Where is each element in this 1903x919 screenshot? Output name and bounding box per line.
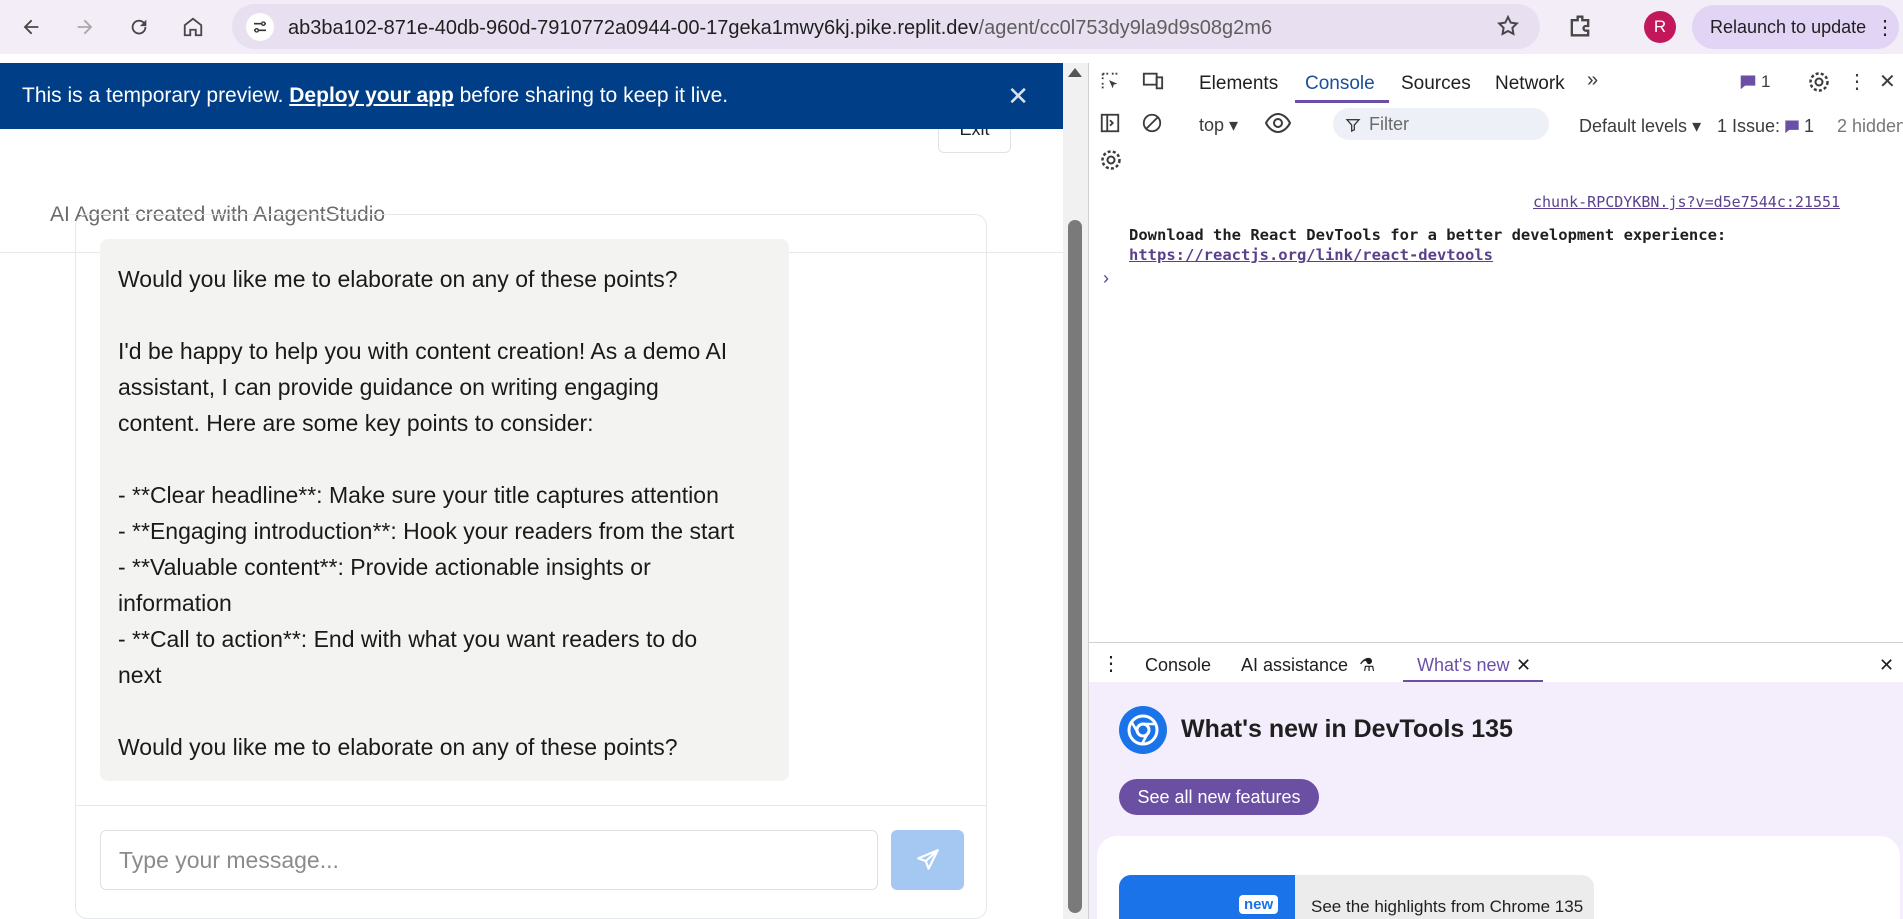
forward-icon[interactable] bbox=[70, 12, 100, 42]
deploy-link[interactable]: Deploy your app bbox=[289, 84, 454, 108]
bookmark-star-icon[interactable] bbox=[1496, 14, 1520, 43]
inspect-element-icon[interactable] bbox=[1099, 70, 1121, 98]
console-prompt-chevron-icon[interactable]: › bbox=[1103, 268, 1109, 289]
source-file-link[interactable]: chunk-RPCDYKBN.js?v=d5e7544c:21551 bbox=[1533, 193, 1840, 211]
settings-gear-icon[interactable] bbox=[1807, 70, 1831, 100]
issues-counter[interactable]: 1 Issue: 1 bbox=[1717, 116, 1814, 137]
device-toolbar-icon[interactable] bbox=[1141, 70, 1165, 98]
issues-label: 1 Issue: bbox=[1717, 116, 1781, 136]
tab-network[interactable]: Network bbox=[1495, 73, 1565, 95]
back-icon[interactable] bbox=[16, 12, 46, 42]
more-tabs-chevron-icon[interactable]: » bbox=[1587, 69, 1598, 92]
address-bar[interactable]: ab3ba102-871e-40db-960d-7910772a0944-00-… bbox=[232, 4, 1540, 49]
drawer-tab-console[interactable]: Console bbox=[1145, 655, 1211, 676]
hidden-count: 2 hidden bbox=[1837, 116, 1903, 136]
drawer-tab-whats-new[interactable]: What's new bbox=[1417, 655, 1509, 676]
relaunch-button[interactable]: Relaunch to update ⋮ bbox=[1692, 5, 1899, 49]
tab-sources[interactable]: Sources bbox=[1401, 73, 1471, 95]
scrollbar-thumb[interactable] bbox=[1068, 220, 1082, 913]
whats-new-panel: What's new in DevTools 135 See all new f… bbox=[1089, 682, 1903, 919]
new-badge: new bbox=[1239, 895, 1279, 914]
banner-text-prefix: This is a temporary preview. bbox=[22, 84, 290, 107]
url-host: ab3ba102-871e-40db-960d-7910772a0944-00-… bbox=[288, 17, 979, 39]
issues-count: 1 bbox=[1804, 116, 1815, 136]
extensions-icon[interactable] bbox=[1566, 12, 1594, 45]
flask-icon: ⚗ bbox=[1359, 655, 1376, 675]
home-icon[interactable] bbox=[178, 12, 208, 42]
log-levels-value: Default levels bbox=[1579, 116, 1688, 136]
filter-funnel-icon bbox=[1345, 116, 1361, 139]
whats-new-title: What's new in DevTools 135 bbox=[1181, 715, 1513, 743]
url-text: ab3ba102-871e-40db-960d-7910772a0944-00-… bbox=[288, 17, 1272, 40]
assistant-message: Would you like me to elaborate on any of… bbox=[100, 239, 789, 781]
chrome-devtools-logo-icon bbox=[1119, 706, 1167, 754]
highlight-text: See the highlights from Chrome 135 bbox=[1311, 897, 1584, 916]
reload-icon[interactable] bbox=[124, 12, 154, 42]
console-settings-gear-icon[interactable] bbox=[1099, 148, 1123, 178]
profile-avatar[interactable]: R bbox=[1644, 11, 1676, 43]
react-devtools-link[interactable]: https://reactjs.org/link/react-devtools bbox=[1129, 246, 1493, 264]
web-page: This is a temporary preview. Deploy your… bbox=[0, 63, 1063, 919]
devtools-panel: Elements Console Sources Network » 1 ⋮ ✕… bbox=[1088, 63, 1903, 919]
issue-message-icon bbox=[1785, 120, 1799, 134]
kebab-menu-icon[interactable]: ⋮ bbox=[1875, 15, 1895, 40]
devtools-menu-icon[interactable]: ⋮ bbox=[1847, 69, 1867, 94]
context-value: top bbox=[1199, 115, 1225, 135]
close-devtools-icon[interactable]: ✕ bbox=[1879, 69, 1896, 94]
devtools-tabbar: Elements Console Sources Network » 1 ⋮ ✕ bbox=[1089, 63, 1903, 103]
drawer-tab-ai-assistance[interactable]: AI assistance bbox=[1241, 655, 1348, 676]
close-icon[interactable]: ✕ bbox=[1007, 81, 1029, 112]
context-selector[interactable]: top ▾ bbox=[1199, 115, 1238, 136]
see-all-features-button[interactable]: See all new features bbox=[1119, 779, 1319, 815]
messages-counter[interactable]: 1 bbox=[1739, 72, 1770, 92]
close-drawer-icon[interactable]: ✕ bbox=[1879, 655, 1894, 676]
message-count: 1 bbox=[1761, 72, 1771, 91]
drawer-tabbar: ⋮ Console AI assistance ⚗ What's new ✕ ✕ bbox=[1089, 642, 1903, 683]
relaunch-label: Relaunch to update bbox=[1710, 16, 1867, 37]
console-filter-input[interactable]: Filter bbox=[1333, 108, 1549, 140]
close-whats-new-tab-icon[interactable]: ✕ bbox=[1516, 655, 1531, 676]
chat-panel: Would you like me to elaborate on any of… bbox=[75, 214, 987, 919]
site-settings-icon[interactable] bbox=[246, 13, 274, 41]
clear-console-icon[interactable] bbox=[1141, 112, 1163, 140]
url-path: /agent/cc0l753dy9la9d9s08g2m6 bbox=[978, 17, 1273, 39]
message-icon bbox=[1740, 75, 1756, 90]
drawer-menu-icon[interactable]: ⋮ bbox=[1101, 651, 1121, 676]
live-expression-eye-icon[interactable] bbox=[1264, 112, 1292, 140]
console-message: Download the React DevTools for a better… bbox=[1129, 226, 1727, 244]
chrome-highlights-link[interactable]: new See the highlights from Chrome 135 bbox=[1119, 875, 1594, 919]
message-input[interactable]: Type your message... bbox=[100, 830, 878, 890]
banner-text-suffix: before sharing to keep it live. bbox=[453, 84, 729, 107]
preview-banner: This is a temporary preview. Deploy your… bbox=[0, 63, 1063, 129]
browser-toolbar: ab3ba102-871e-40db-960d-7910772a0944-00-… bbox=[0, 0, 1903, 54]
composer-divider bbox=[76, 805, 986, 806]
sidebar-toggle-icon[interactable] bbox=[1099, 112, 1121, 140]
scroll-up-arrow-icon[interactable] bbox=[1068, 68, 1082, 77]
send-button[interactable] bbox=[891, 830, 964, 890]
send-icon bbox=[916, 849, 939, 870]
tab-elements[interactable]: Elements bbox=[1199, 73, 1278, 95]
tab-console[interactable]: Console bbox=[1305, 73, 1375, 95]
log-levels-dropdown[interactable]: Default levels ▾ bbox=[1579, 116, 1701, 137]
